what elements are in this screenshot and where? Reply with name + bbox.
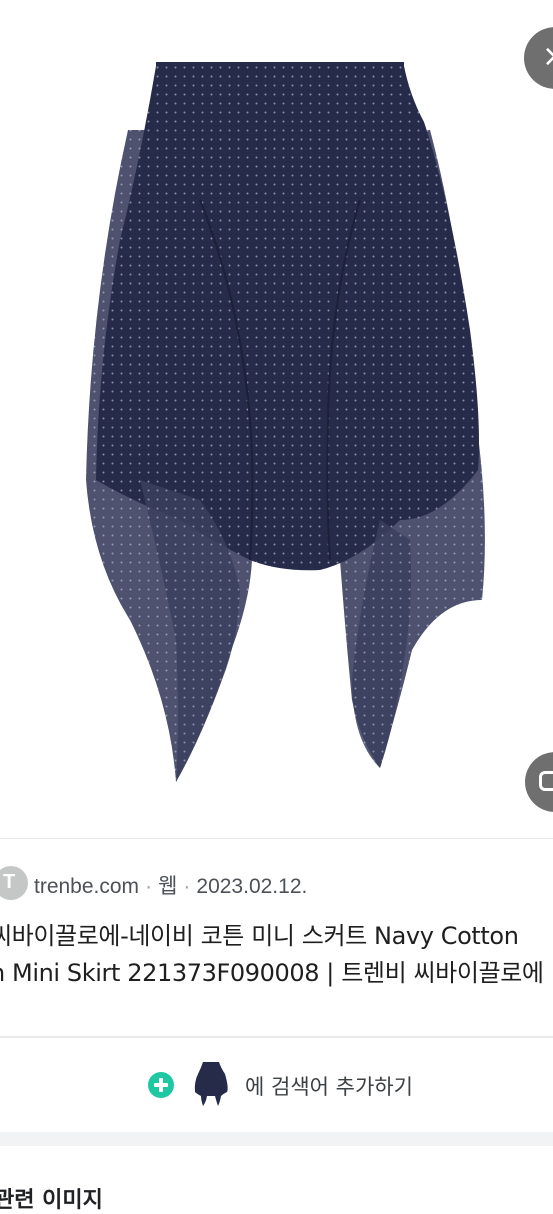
separator: · <box>183 875 191 898</box>
related-images-heading: 관련 이미지 <box>0 1188 103 1213</box>
source-row[interactable]: T trenbe.com · 웹 · 2023.02.12. <box>0 866 553 906</box>
section-divider <box>0 1132 553 1146</box>
skirt-thumbnail <box>194 1062 228 1106</box>
favicon-letter: T <box>3 871 16 893</box>
title-line-1[interactable]: 씨바이끌로에-네이비 코튼 미니 스커트 Navy Cotton <box>0 918 553 955</box>
close-icon: × <box>542 39 553 74</box>
source-type: 웹 <box>158 875 178 898</box>
plus-icon <box>148 1072 174 1098</box>
add-to-search-label: 에 검색어 추가하기 <box>245 1075 413 1099</box>
separator: · <box>145 875 153 898</box>
skirt-image <box>86 62 485 782</box>
title-line-2[interactable]: n Mini Skirt 221373F090008 | 트렌비 씨바이끌로에 <box>0 955 553 992</box>
divider <box>0 1036 553 1038</box>
lens-icon <box>539 771 553 791</box>
source-date: 2023.02.12. <box>196 875 308 898</box>
product-image-area[interactable]: × <box>0 0 553 838</box>
result-title[interactable]: 씨바이끌로에-네이비 코튼 미니 스커트 Navy Cotton n Mini … <box>0 918 553 992</box>
add-to-search-button[interactable]: 에 검색어 추가하기 <box>145 1058 445 1110</box>
site-favicon: T <box>0 866 28 900</box>
source-site[interactable]: trenbe.com <box>34 875 139 898</box>
divider <box>0 838 553 839</box>
source-text[interactable]: trenbe.com · 웹 · 2023.02.12. <box>34 870 307 900</box>
